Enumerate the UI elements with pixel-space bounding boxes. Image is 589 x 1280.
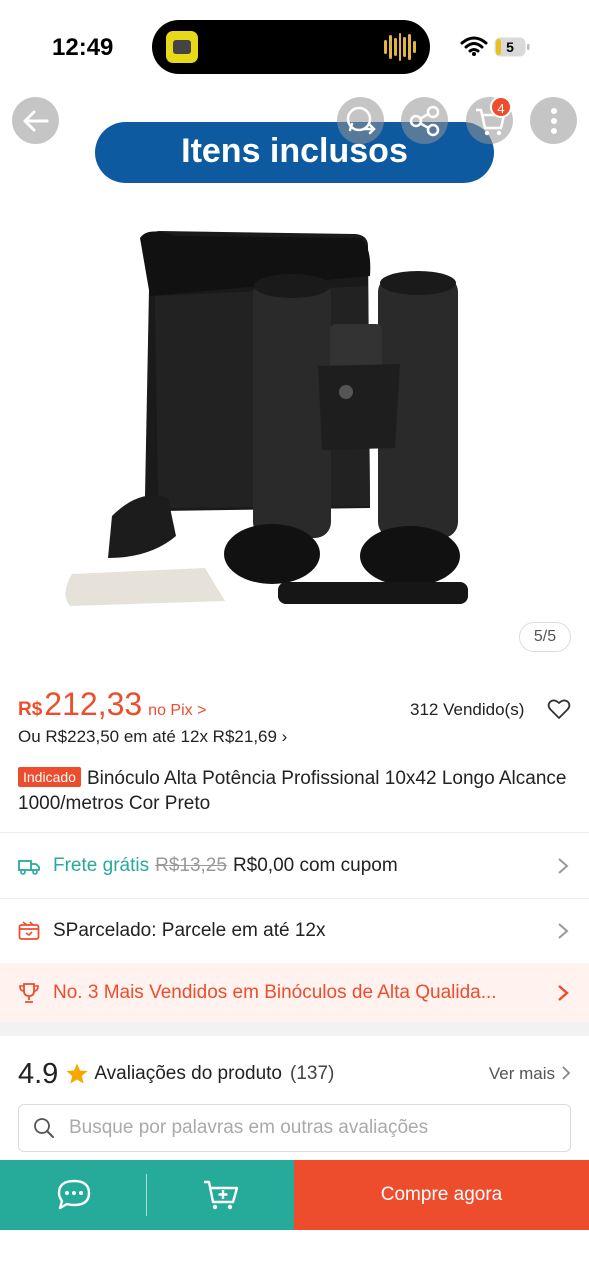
star-icon	[66, 1063, 88, 1084]
search-placeholder: Busque por palavras em outras avaliações	[69, 1117, 429, 1138]
status-bar: 12:49 5	[0, 0, 589, 96]
add-to-cart-button[interactable]	[147, 1160, 294, 1230]
binoculars-product-image	[65, 231, 468, 606]
search-icon	[34, 1118, 54, 1138]
more-button[interactable]	[530, 97, 577, 144]
divider	[0, 832, 589, 833]
price-row: R$ 212,33 no Pix >	[18, 686, 206, 723]
reviews-count: (137)	[290, 1063, 335, 1084]
status-time: 12:49	[52, 34, 114, 61]
rating-score: 4.9	[18, 1057, 59, 1090]
chevron-right-icon	[558, 858, 569, 874]
image-counter: 5/5	[519, 622, 571, 652]
more-icon	[550, 107, 557, 134]
whatsapp-share-button[interactable]	[337, 97, 384, 144]
chevron-right-icon	[558, 923, 569, 939]
reviews-title: Avaliações do produto	[94, 1063, 282, 1084]
bottom-action-bar: Compre agora	[0, 1160, 589, 1230]
product-title: Binóculo Alta Potência Profissional 10x4…	[18, 768, 567, 814]
see-more-link[interactable]: Ver mais	[489, 1064, 555, 1084]
back-arrow-icon	[23, 110, 48, 131]
recommended-tag: Indicado	[18, 767, 81, 787]
wifi-icon	[460, 36, 488, 56]
product-gallery[interactable]: Itens inclusos 5/5	[0, 96, 589, 666]
buy-now-button[interactable]: Compre agora	[294, 1160, 589, 1230]
chevron-right-icon	[558, 984, 569, 1001]
add-to-cart-icon	[203, 1180, 238, 1210]
cart-badge: 4	[490, 96, 512, 118]
shipping-row[interactable]: Frete grátis R$13,25 R$0,00 com cupom	[0, 834, 589, 898]
product-title-block: Indicado Binóculo Alta Potência Profissio…	[18, 766, 573, 816]
heart-icon[interactable]	[547, 698, 571, 720]
dynamic-island[interactable]	[152, 20, 430, 74]
installment-icon	[18, 921, 40, 940]
installment-line[interactable]: Ou R$223,50 em até 12x R$21,69 ›	[18, 727, 287, 747]
free-shipping-label: Frete grátis	[53, 855, 150, 876]
pix-link[interactable]: no Pix >	[148, 702, 206, 720]
price-value: 212,33	[44, 686, 143, 722]
ranking-row[interactable]: No. 3 Mais Vendidos em Binóculos de Alta…	[0, 963, 589, 1022]
shipping-coupon-text: R$0,00 com cupom	[232, 855, 398, 876]
whatsapp-share-icon	[346, 106, 376, 134]
battery-level: 5	[506, 39, 514, 55]
installments-text: SParcelado: Parcele em até 12x	[53, 920, 326, 941]
sold-count: 312 Vendido(s)	[410, 700, 525, 719]
back-button[interactable]	[12, 97, 59, 144]
price-currency: R$	[18, 699, 43, 720]
audio-wave-icon	[384, 32, 417, 62]
reviews-header: 4.9 Avaliações do produto (137) Ver mais	[18, 1056, 571, 1092]
chevron-right-icon	[562, 1066, 571, 1080]
truck-icon	[18, 860, 40, 875]
installments-row[interactable]: SParcelado: Parcele em até 12x	[0, 899, 589, 963]
trophy-icon	[19, 982, 39, 1003]
shipping-old-price: R$13,25	[155, 855, 227, 876]
secondary-actions	[0, 1160, 294, 1230]
chat-button[interactable]	[0, 1160, 147, 1230]
section-separator	[0, 1022, 589, 1036]
app-notification-icon	[166, 31, 198, 63]
divider	[146, 1174, 147, 1216]
reviews-search-input[interactable]: Busque por palavras em outras avaliações	[18, 1104, 571, 1152]
share-icon	[409, 105, 439, 136]
chat-icon	[57, 1179, 90, 1210]
ranking-text: No. 3 Mais Vendidos em Binóculos de Alta…	[53, 981, 497, 1003]
share-button[interactable]	[401, 97, 448, 144]
